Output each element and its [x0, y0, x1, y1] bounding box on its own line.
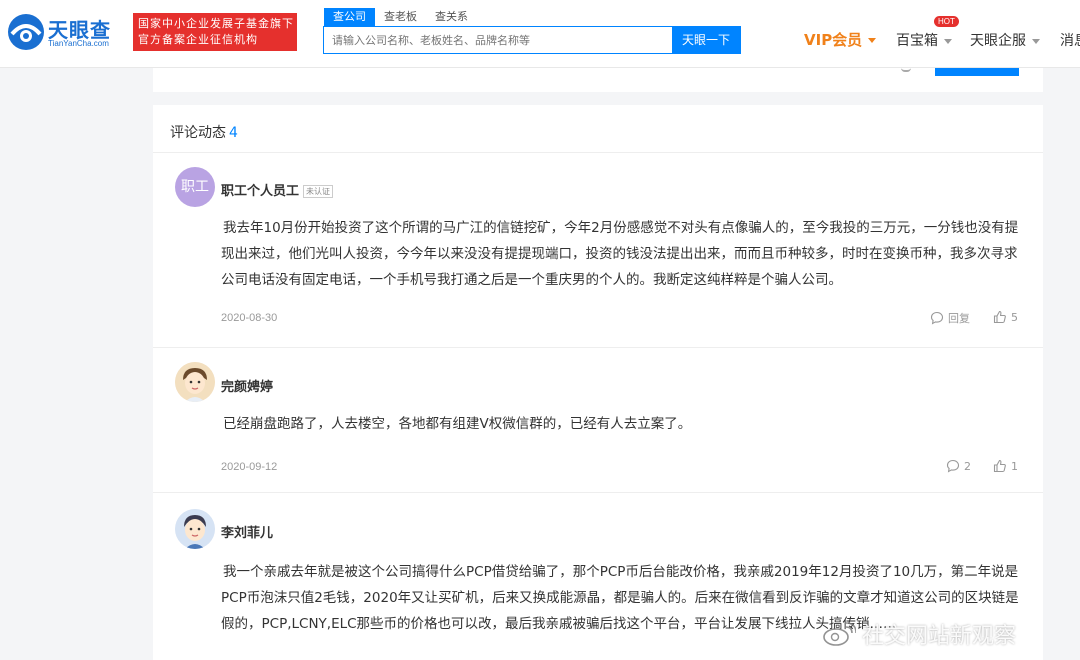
thumbs-up-icon	[993, 310, 1006, 324]
comments-title: 评论动态 4	[170, 122, 238, 142]
logo[interactable]: 天眼查 TianYanCha.com	[6, 12, 126, 52]
comment-body: 我去年10月份开始投资了这个所谓的马广江的信链挖矿，今年2月份感感觉不对头有点像…	[221, 220, 1019, 288]
reply-button[interactable]: 回复	[930, 310, 970, 326]
comment-date: 2020-08-30	[221, 312, 278, 324]
chevron-down-icon	[944, 38, 952, 44]
unverified-badge: 未认证	[303, 185, 334, 198]
nav-baoxiang[interactable]: 百宝箱	[896, 30, 952, 50]
top-header: 天眼查 TianYanCha.com 国家中小企业发展子基金旗下 官方备案企业征…	[0, 0, 1080, 68]
slogan-line-1: 国家中小企业发展子基金旗下	[138, 17, 294, 30]
comment-author[interactable]: 李刘菲儿	[221, 522, 273, 541]
avatar-cartoon-icon	[175, 362, 215, 402]
comment-icon	[901, 68, 911, 72]
nav-messages[interactable]: 消息	[1060, 30, 1080, 50]
like-count: 5	[1011, 310, 1018, 324]
comment-author[interactable]: 职工个人员工 未认证	[221, 180, 334, 199]
comments-card: 评论动态 4 职工 职工个人员工 未认证 我去年10月份开始投资了这个所谓的马广江的…	[153, 105, 1043, 660]
nav-vip-label: VIP会员	[804, 31, 863, 49]
comment-date: 2020-09-12	[221, 461, 278, 473]
chevron-down-icon	[1032, 38, 1040, 44]
tab-boss[interactable]: 查老板	[375, 8, 426, 26]
tab-company[interactable]: 查公司	[324, 8, 375, 26]
divider	[153, 492, 1043, 493]
hot-badge: HOT	[934, 16, 959, 27]
comment-body: 已经崩盘跑路了，人去楼空，各地都有组建V权微信群的，已经有人去立案了。	[223, 416, 692, 432]
avatar[interactable]	[175, 509, 215, 549]
search-tabs: 查公司 查老板 查关系	[324, 8, 477, 26]
search-input[interactable]	[324, 27, 674, 53]
comment-author[interactable]: 完颜娉婷	[221, 376, 273, 395]
primary-action-button[interactable]	[935, 68, 1019, 76]
avatar-cartoon-icon	[175, 509, 215, 549]
tab-relation[interactable]: 查关系	[426, 8, 477, 26]
search-box: 天眼一下	[323, 26, 741, 54]
watermark-text: 社交网站新观察	[862, 624, 1017, 649]
nav-qifu-label: 天眼企服	[970, 33, 1026, 49]
divider	[153, 347, 1043, 348]
slogan-banner: 国家中小企业发展子基金旗下 官方备案企业征信机构	[133, 13, 297, 51]
comments-title-label: 评论动态	[170, 125, 226, 141]
nav-qifu[interactable]: 天眼企服	[970, 30, 1040, 50]
reply-count: 2	[964, 459, 971, 473]
nav-baoxiang-label: 百宝箱	[896, 33, 938, 49]
watermark: 社交网站新观察	[822, 618, 1016, 650]
search-button[interactable]: 天眼一下	[672, 26, 740, 54]
avatar[interactable]	[175, 362, 215, 402]
comment-author-name: 职工个人员工	[221, 184, 300, 199]
comment-icon	[930, 311, 944, 325]
comments-count: 4	[229, 125, 238, 141]
like-button[interactable]: 1	[993, 459, 1018, 473]
like-button[interactable]: 5	[993, 310, 1018, 324]
slogan-line-2: 官方备案企业征信机构	[138, 33, 258, 46]
weibo-icon	[823, 622, 856, 646]
like-count: 1	[1011, 459, 1018, 473]
nav-vip[interactable]: VIP会员	[804, 29, 877, 50]
logo-subtext: TianYanCha.com	[48, 39, 109, 48]
chevron-down-icon	[868, 38, 877, 43]
previous-section-card	[153, 68, 1043, 92]
comment-icon	[946, 459, 960, 473]
avatar[interactable]: 职工	[175, 167, 215, 207]
logo-eye-icon	[8, 14, 44, 50]
reply-label: 回复	[948, 312, 970, 325]
reply-button[interactable]: 2	[946, 459, 971, 473]
divider	[153, 152, 1043, 153]
thumbs-up-icon	[993, 459, 1006, 473]
